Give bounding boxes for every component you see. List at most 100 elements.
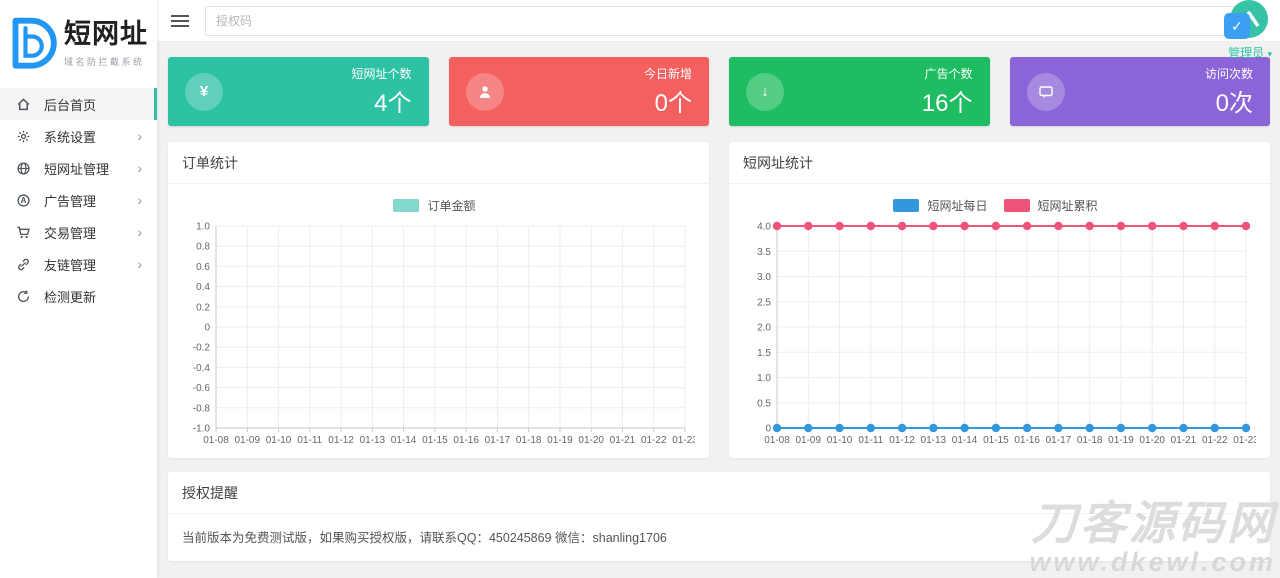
- main-column: ✓ 管理员 ▾ ¥短网址个数4个今日新增0个↓广告个数16个访问次数0次 订单统…: [157, 0, 1280, 578]
- stat-card-value: 0个: [644, 83, 692, 118]
- sidebar-item-label: 广告管理: [44, 191, 124, 210]
- svg-text:01-19: 01-19: [1108, 435, 1134, 446]
- chevron-right-icon: ›: [137, 129, 142, 143]
- svg-text:-0.6: -0.6: [193, 383, 211, 394]
- sidebar-item-label: 交易管理: [44, 223, 124, 242]
- sidebar: 短网址 域名防拦截系统 后台首页系统设置›短网址管理›A广告管理›交易管理›友链…: [0, 0, 157, 578]
- logo-title: 短网址: [64, 20, 148, 50]
- svg-text:0: 0: [765, 424, 771, 435]
- svg-text:01-08: 01-08: [203, 435, 229, 446]
- sidebar-item-trade[interactable]: 交易管理 ›: [0, 216, 157, 248]
- svg-text:0.2: 0.2: [196, 302, 210, 313]
- svg-text:01-13: 01-13: [921, 435, 947, 446]
- user-dropdown[interactable]: 管理员 ▾: [1228, 44, 1272, 61]
- stat-card-label: 广告个数: [922, 65, 973, 82]
- auth-code-input[interactable]: [205, 6, 1256, 36]
- legend-label[interactable]: 短网址累积: [1038, 197, 1098, 214]
- svg-text:01-23: 01-23: [672, 435, 695, 446]
- sidebar-item-dashboard[interactable]: 后台首页: [0, 88, 157, 120]
- svg-text:01-14: 01-14: [952, 435, 978, 446]
- link-icon: [16, 257, 31, 272]
- sidebar-item-label: 检测更新: [44, 287, 142, 306]
- svg-text:-0.2: -0.2: [193, 343, 211, 354]
- globe-icon: [16, 161, 31, 176]
- svg-text:0.5: 0.5: [757, 398, 771, 409]
- svg-text:A: A: [21, 196, 27, 205]
- svg-text:01-21: 01-21: [610, 435, 636, 446]
- menu-toggle-icon[interactable]: [171, 12, 191, 30]
- legend-swatch[interactable]: [1004, 199, 1030, 212]
- logo-subtitle: 域名防拦截系统: [64, 55, 148, 68]
- svg-text:01-10: 01-10: [827, 435, 853, 446]
- chevron-right-icon: ›: [137, 193, 142, 207]
- svg-text:01-18: 01-18: [1077, 435, 1103, 446]
- order-chart-legend: 订单金额: [182, 196, 695, 214]
- legend-label[interactable]: 短网址每日: [927, 197, 987, 214]
- svg-text:2.0: 2.0: [757, 323, 771, 334]
- yen-icon: ¥: [185, 73, 223, 111]
- svg-text:01-11: 01-11: [858, 435, 883, 446]
- svg-text:3.0: 3.0: [757, 272, 771, 283]
- stat-card-ad-count: ↓广告个数16个: [729, 57, 990, 126]
- svg-text:3.5: 3.5: [757, 247, 771, 258]
- svg-text:1.0: 1.0: [757, 373, 771, 384]
- stat-card-label: 访问次数: [1205, 65, 1253, 82]
- order-stats-title: 订单统计: [168, 142, 709, 184]
- svg-text:-0.8: -0.8: [193, 403, 211, 414]
- chevron-right-icon: ›: [137, 225, 142, 239]
- sidebar-item-friendlink[interactable]: 友链管理 ›: [0, 248, 157, 280]
- content-area: ¥短网址个数4个今日新增0个↓广告个数16个访问次数0次 订单统计 订单金额 0…: [157, 42, 1280, 578]
- legend-swatch[interactable]: [893, 199, 919, 212]
- license-title: 授权提醒: [168, 472, 1270, 514]
- svg-text:01-21: 01-21: [1171, 435, 1197, 446]
- svg-text:01-20: 01-20: [578, 435, 604, 446]
- svg-text:01-16: 01-16: [453, 435, 479, 446]
- user-menu[interactable]: ✓ 管理员 ▾: [1216, 0, 1274, 60]
- stat-card-shorturl-count: ¥短网址个数4个: [168, 57, 429, 126]
- stat-card-visit-count: 访问次数0次: [1010, 57, 1271, 126]
- license-reminder-panel: 授权提醒 当前版本为免费测试版，如果购买授权版，请联系QQ：450245869 …: [168, 472, 1270, 561]
- license-text: 当前版本为免费测试版，如果购买授权版，请联系QQ：450245869 微信：sh…: [168, 514, 1270, 561]
- stat-card-label: 今日新增: [644, 65, 692, 82]
- sidebar-item-settings[interactable]: 系统设置 ›: [0, 120, 157, 152]
- chat-icon: [1027, 73, 1065, 111]
- logo-text: 短网址 域名防拦截系统: [64, 20, 148, 68]
- sidebar-item-label: 友链管理: [44, 255, 124, 274]
- order-chart: 01-0801-0901-1001-1101-1201-1301-1401-15…: [182, 216, 695, 454]
- svg-text:01-15: 01-15: [422, 435, 448, 446]
- chevron-right-icon: ›: [137, 161, 142, 175]
- svg-text:01-09: 01-09: [234, 435, 260, 446]
- ad-icon: A: [16, 193, 31, 208]
- legend-label[interactable]: 订单金额: [427, 197, 475, 214]
- chevron-down-icon: ▾: [1267, 49, 1272, 59]
- svg-text:0.6: 0.6: [196, 262, 210, 273]
- sidebar-item-label: 系统设置: [44, 127, 124, 146]
- svg-text:0: 0: [204, 323, 210, 334]
- arrow-down-icon: ↓: [746, 73, 784, 111]
- svg-text:01-16: 01-16: [1014, 435, 1040, 446]
- logo: 短网址 域名防拦截系统: [0, 0, 157, 88]
- svg-text:1.0: 1.0: [196, 222, 210, 233]
- svg-text:0.4: 0.4: [196, 282, 210, 293]
- stat-cards-row: ¥短网址个数4个今日新增0个↓广告个数16个访问次数0次: [168, 57, 1270, 126]
- svg-text:01-12: 01-12: [328, 435, 354, 446]
- refresh-icon: [16, 289, 31, 304]
- app-window: 短网址 域名防拦截系统 后台首页系统设置›短网址管理›A广告管理›交易管理›友链…: [0, 0, 1280, 578]
- svg-text:01-10: 01-10: [266, 435, 292, 446]
- home-icon: [16, 97, 31, 112]
- svg-text:01-11: 01-11: [297, 435, 322, 446]
- legend-swatch[interactable]: [393, 199, 419, 212]
- svg-text:01-17: 01-17: [485, 435, 511, 446]
- chevron-right-icon: ›: [137, 257, 142, 271]
- order-stats-panel: 订单统计 订单金额 01-0801-0901-1001-1101-1201-13…: [168, 142, 709, 458]
- stat-card-label: 短网址个数: [351, 65, 411, 82]
- svg-text:01-12: 01-12: [889, 435, 915, 446]
- sidebar-item-ads[interactable]: A 广告管理 ›: [0, 184, 157, 216]
- svg-text:01-14: 01-14: [391, 435, 417, 446]
- shorturl-chart: 01-0801-0901-1001-1101-1201-1301-1401-15…: [743, 216, 1256, 454]
- logo-d-icon: [8, 16, 58, 72]
- svg-text:01-08: 01-08: [764, 435, 790, 446]
- sidebar-item-label: 短网址管理: [44, 159, 124, 178]
- sidebar-item-update[interactable]: 检测更新: [0, 280, 157, 312]
- sidebar-item-shorturl[interactable]: 短网址管理 ›: [0, 152, 157, 184]
